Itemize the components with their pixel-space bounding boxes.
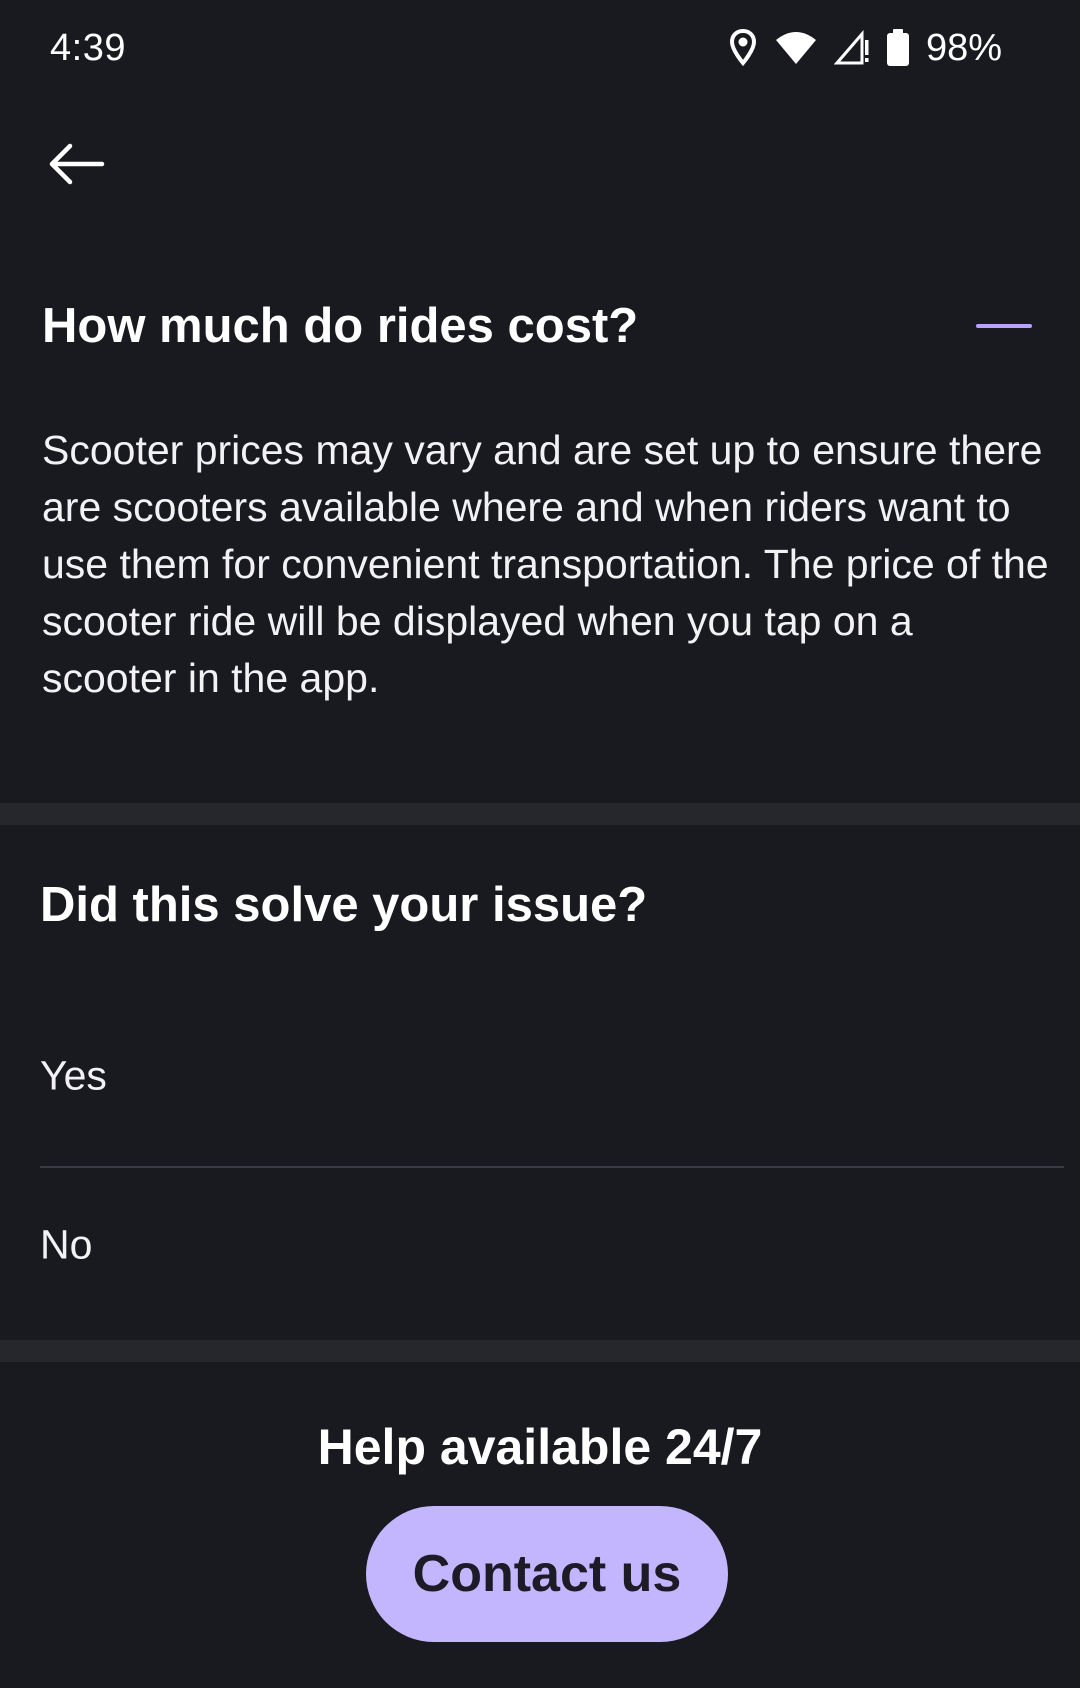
feedback-title: Did this solve your issue? [40,878,648,932]
option-yes-label: Yes [40,1052,107,1099]
contact-us-button[interactable]: Contact us [366,1506,728,1642]
section-divider [0,803,1080,825]
section-divider [0,1340,1080,1362]
status-bar: 4:39 98% [0,0,1080,96]
status-time: 4:39 [50,27,126,69]
wifi-icon [774,30,818,66]
back-button[interactable] [34,124,118,208]
option-no[interactable]: No [40,1170,1064,1320]
feedback-section: Did this solve your issue? Yes No [0,825,1080,1340]
arrow-left-icon [46,142,106,191]
faq-item: How much do rides cost? Scooter prices m… [0,270,1080,802]
option-divider [40,1166,1064,1168]
status-icons: 98% [728,24,1002,72]
collapse-toggle[interactable] [968,298,1040,354]
faq-answer: Scooter prices may vary and are set up t… [42,427,1049,701]
help-footer: Help available 24/7 Contact us [0,1363,1080,1688]
faq-question[interactable]: How much do rides cost? [42,294,638,358]
location-icon [728,28,758,68]
minus-icon [976,324,1032,328]
battery-percent: 98% [925,27,1002,69]
option-no-label: No [40,1221,93,1268]
battery-icon [886,29,910,67]
option-yes[interactable]: Yes [40,1001,1064,1151]
cell-signal-icon [833,30,870,66]
help-title: Help available 24/7 [317,1419,763,1475]
